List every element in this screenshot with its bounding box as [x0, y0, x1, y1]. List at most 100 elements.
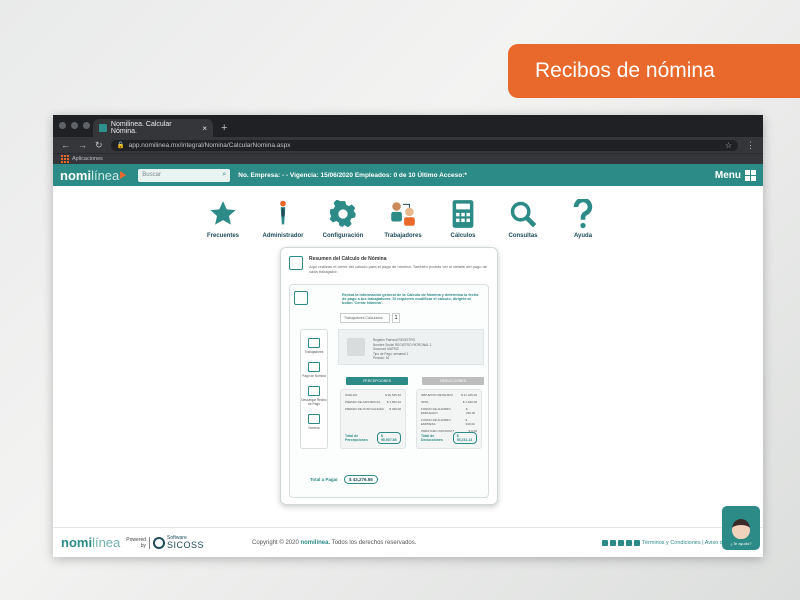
- tool-label: Ayuda: [573, 233, 593, 239]
- document-icon: [289, 256, 303, 270]
- facebook-icon[interactable]: [617, 540, 624, 546]
- table-row: PREMIO DE ASISTENCIA $ 1,652.22: [341, 400, 405, 404]
- tool-ayuda[interactable]: Ayuda: [553, 199, 613, 239]
- sidebar-item-recibo[interactable]: Descargar Recibo de Pago: [301, 386, 327, 406]
- card-title: Resumen del Cálculo de Nómina: [309, 256, 387, 262]
- main-toolbar: Frecuentes Administrador Configuración T…: [193, 199, 613, 239]
- select-label: Trabajadores Calculados: [344, 316, 383, 320]
- row-label: PREMIO DE PUNTUALIDAD: [345, 407, 384, 411]
- twitter-icon[interactable]: [609, 540, 616, 546]
- question-icon: [573, 199, 593, 229]
- menu-button[interactable]: Menu: [715, 169, 756, 181]
- tool-label: Trabajadores: [384, 233, 422, 239]
- percepciones-button[interactable]: PERCEPCIONES: [346, 377, 408, 385]
- table-row: FONDO DE AHORRO EMPLEADO $ 330.00: [417, 407, 481, 415]
- calculator-icon: [452, 200, 474, 228]
- total-label: Total de Percepciones: [345, 434, 368, 442]
- employee-info: Registro Patronal REGISTRO Nombre Social…: [338, 329, 484, 365]
- employee-avatar-icon: [347, 338, 365, 356]
- row-value: $ 1,652.22: [386, 400, 401, 404]
- total-value: $ 55,231.13: [452, 432, 477, 444]
- sidebar-label: Trabajadores: [304, 350, 324, 354]
- percepciones-total: Total de Percepciones $ 98,507.68: [345, 432, 401, 444]
- workers-icon: [308, 338, 320, 348]
- sicoss-brand: SICOSS: [167, 539, 205, 550]
- youtube-icon[interactable]: [601, 540, 608, 546]
- administrator-icon: [280, 200, 286, 225]
- sidebar-item-pago[interactable]: Pago de Nómina: [301, 362, 327, 378]
- linkedin-icon[interactable]: [633, 540, 640, 546]
- powered-text: Powered: [126, 536, 146, 543]
- tool-configuracion[interactable]: Configuración: [313, 199, 373, 239]
- app-header: nomi línea Buscar ⌕ No. Empresa: - - Vige…: [53, 164, 763, 186]
- app-logo[interactable]: nomi línea: [60, 167, 127, 183]
- grid-menu-icon: [745, 169, 756, 181]
- close-tab-icon[interactable]: ×: [202, 124, 207, 133]
- sicoss-circle-icon: [153, 536, 165, 549]
- app-footer: nomi línea Powered by Software SICOSS Copyr…: [53, 527, 763, 557]
- search-icon[interactable]: ⌕: [222, 171, 226, 179]
- sidebar-item-nomina[interactable]: Nómina: [301, 414, 327, 430]
- gear-icon: [329, 200, 356, 228]
- url-text: app.nomilinea.mx/integral/Nomina/Calcula…: [128, 141, 291, 149]
- company-info: No. Empresa: - - Vigencia: 15/06/2020 Em…: [238, 171, 467, 179]
- reload-icon[interactable]: ↻: [95, 140, 103, 151]
- copyright-brand: nomilinea.: [300, 539, 331, 546]
- forward-icon[interactable]: →: [78, 140, 87, 150]
- table-row: SUELDO $ 96,525.46: [341, 393, 405, 397]
- lock-icon: 🔒: [116, 142, 125, 149]
- row-label: FONDO DE AHORRO EMPRESA: [421, 418, 451, 426]
- tool-frecuentes[interactable]: Frecuentes: [193, 199, 253, 239]
- window-controls[interactable]: [59, 122, 90, 129]
- deducciones-total: Total de Deducciones $ 55,231.13: [421, 432, 477, 444]
- receipt-icon: [308, 386, 320, 396]
- banner-title: Recibos de nómina: [535, 59, 715, 82]
- payment-icon: [308, 362, 320, 372]
- workers-select[interactable]: Trabajadores Calculados: [340, 313, 390, 323]
- table-row: FONDO DE AHORRO EMPRESA $ 330.00: [417, 418, 481, 426]
- tool-calculos[interactable]: Cálculos: [433, 199, 493, 239]
- row-label: SUELDO: [345, 393, 358, 397]
- workers-count: 1: [392, 313, 400, 323]
- logo-text-b: línea: [92, 535, 121, 550]
- sidebar-item-trabajadores[interactable]: Trabajadores: [301, 338, 327, 354]
- bookmarks-bar: Aplicaciones: [53, 153, 763, 164]
- footer-logo: nomi línea: [61, 535, 120, 550]
- step-icon: [294, 291, 308, 305]
- help-assistant-button[interactable]: ¿Te ayudo?: [722, 506, 760, 550]
- browser-tab-bar: Nomilinea. Calcular Nómina. × +: [53, 115, 763, 137]
- tool-trabajadores[interactable]: Trabajadores: [373, 199, 433, 239]
- tool-label: Frecuentes: [206, 233, 239, 239]
- instagram-icon[interactable]: [625, 540, 632, 546]
- browser-menu-icon[interactable]: ⋮: [746, 140, 755, 151]
- payroll-summary-card: Resumen del Cálculo de Nómina Aquí reali…: [280, 247, 498, 505]
- total-to-pay-value: $ 43,276.55: [343, 475, 378, 484]
- apps-grid-icon: [61, 155, 69, 163]
- deducciones-button[interactable]: DEDUCCIONES: [422, 377, 484, 385]
- search-placeholder: Buscar: [142, 172, 161, 178]
- back-icon[interactable]: ←: [61, 140, 70, 150]
- sidebar-label: Descargar Recibo de Pago: [301, 398, 327, 406]
- search-input[interactable]: Buscar ⌕: [138, 168, 231, 182]
- bookmark-apps[interactable]: Aplicaciones: [72, 156, 103, 162]
- browser-window: Nomilinea. Calcular Nómina. × + ← → ↻ 🔒 …: [53, 115, 763, 557]
- url-field[interactable]: 🔒 app.nomilinea.mx/integral/Nomina/Calcu…: [110, 139, 738, 151]
- tool-label: Administrador: [262, 233, 304, 239]
- sidebar-label: Pago de Nómina: [302, 374, 326, 378]
- assistant-avatar-icon: [732, 519, 750, 539]
- logo-text-a: nomi: [61, 535, 93, 550]
- step-instructions: Revisa la información general de la Cálc…: [342, 293, 479, 305]
- copyright-rights: Todos los derechos reservados.: [331, 539, 417, 546]
- logo-text-a: nomi: [60, 167, 92, 183]
- tool-administrador[interactable]: Administrador: [253, 199, 313, 239]
- tool-consultas[interactable]: Consultas: [493, 199, 553, 239]
- row-label: PREMIO DE ASISTENCIA: [345, 400, 381, 404]
- new-tab-icon[interactable]: +: [221, 122, 227, 134]
- bookmark-star-icon[interactable]: ☆: [725, 141, 732, 150]
- copyright: Copyright © 2020 nomilinea. Todos los de…: [252, 540, 416, 546]
- row-label: IMSS: [421, 400, 429, 404]
- browser-tab[interactable]: Nomilinea. Calcular Nómina. ×: [93, 119, 213, 137]
- copyright-text: Copyright © 2020: [252, 539, 299, 546]
- row-value: $ 96,525.46: [385, 393, 401, 397]
- total-to-pay-label: Total a Pagar: [310, 477, 338, 482]
